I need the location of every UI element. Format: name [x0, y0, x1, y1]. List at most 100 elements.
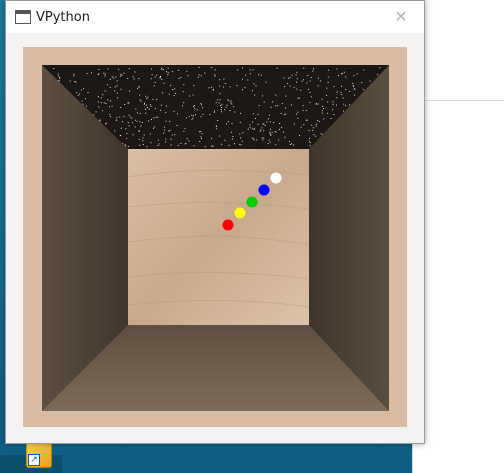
star [150, 142, 152, 144]
star [340, 91, 342, 93]
star [200, 75, 202, 77]
star [191, 114, 193, 116]
star [279, 128, 280, 130]
star [200, 130, 202, 132]
star [226, 123, 227, 125]
star [312, 127, 314, 129]
star [74, 81, 76, 83]
star [258, 74, 260, 76]
star [229, 86, 231, 88]
star [93, 114, 95, 116]
close-button[interactable]: ✕ [378, 1, 424, 33]
star [249, 124, 251, 126]
star [224, 109, 226, 111]
star [217, 120, 219, 121]
star [97, 101, 99, 103]
star [307, 88, 309, 90]
star [269, 141, 271, 143]
star [236, 85, 238, 87]
star [319, 80, 321, 82]
star [332, 109, 334, 111]
star [119, 116, 121, 118]
star [113, 77, 115, 79]
star [127, 77, 129, 79]
star [83, 88, 85, 90]
star [117, 97, 119, 99]
star [215, 102, 217, 104]
star [309, 137, 310, 139]
star [157, 116, 159, 118]
star [287, 83, 289, 85]
star [254, 128, 255, 130]
star [262, 123, 264, 125]
star [315, 125, 317, 127]
star [257, 123, 259, 125]
star [177, 113, 178, 115]
star [285, 95, 287, 97]
star [128, 68, 130, 70]
star [247, 79, 249, 81]
star [103, 102, 105, 104]
star [165, 120, 167, 122]
star [212, 145, 214, 147]
star [299, 135, 301, 136]
star [197, 76, 199, 78]
star [263, 130, 265, 132]
star [138, 131, 140, 132]
star [349, 104, 350, 106]
star [241, 140, 243, 142]
star [230, 100, 232, 102]
star [125, 145, 127, 147]
background-window[interactable] [412, 0, 504, 473]
star [220, 105, 222, 106]
scene-3d [23, 47, 407, 427]
star [145, 112, 147, 114]
star [249, 126, 251, 128]
star [289, 85, 291, 87]
star [267, 143, 269, 144]
star [240, 112, 241, 114]
star [289, 77, 291, 79]
vpython-canvas[interactable] [23, 47, 407, 427]
star [215, 125, 217, 127]
star [126, 133, 128, 135]
star [268, 139, 270, 141]
star [222, 86, 224, 88]
star [342, 97, 344, 99]
ball-red [222, 219, 234, 231]
star [151, 74, 153, 76]
star [180, 76, 182, 78]
star [262, 139, 264, 141]
star [341, 73, 343, 75]
star [277, 105, 279, 107]
star [296, 71, 298, 73]
python-shortcut-icon[interactable]: ↗ [26, 442, 52, 468]
star [109, 87, 111, 88]
star [171, 71, 173, 73]
star [147, 106, 148, 108]
star [296, 78, 298, 80]
star [221, 107, 222, 108]
back-wall [128, 149, 309, 325]
star [233, 106, 235, 108]
star [318, 121, 320, 123]
star [147, 96, 149, 98]
star [252, 113, 254, 115]
star [98, 96, 99, 98]
title-bar[interactable]: VPython ✕ [6, 1, 424, 33]
vpython-window[interactable]: VPython ✕ [5, 0, 425, 444]
star [193, 106, 194, 108]
star [194, 107, 196, 109]
star [86, 105, 87, 107]
star [267, 118, 269, 120]
star [173, 110, 175, 112]
star [308, 130, 310, 131]
star [172, 89, 174, 91]
star [116, 80, 118, 82]
star [141, 122, 143, 123]
star [150, 78, 152, 80]
star [196, 109, 198, 111]
star [353, 75, 355, 77]
star [271, 131, 273, 133]
star [288, 77, 289, 79]
